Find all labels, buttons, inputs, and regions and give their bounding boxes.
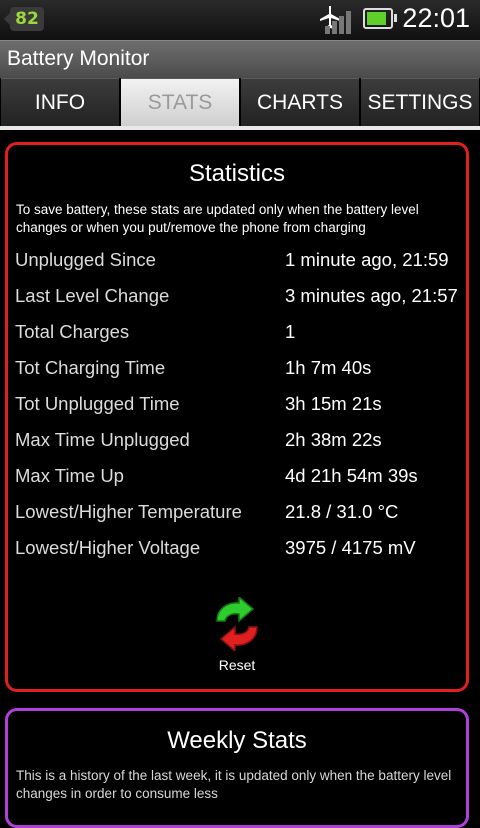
stat-label: Lowest/Higher Temperature (15, 501, 242, 522)
stat-row-tot-unplugged-time: Tot Unplugged Time 3h 15m 21s (15, 392, 460, 416)
signal-icon (325, 11, 351, 34)
stat-row-unplugged-since: Unplugged Since 1 minute ago, 21:59 (15, 248, 460, 272)
stat-value: 1 (285, 321, 296, 342)
statistics-card: Statistics To save battery, these stats … (5, 142, 469, 692)
stat-value: 1 minute ago, 21:59 (285, 249, 449, 270)
weekly-stats-card: Weekly Stats This is a history of the la… (5, 708, 469, 828)
stat-row-voltage: Lowest/Higher Voltage 3975 / 4175 mV (15, 536, 460, 560)
tab-stats[interactable]: STATS (121, 78, 239, 126)
statistics-note: To save battery, these stats are updated… (16, 202, 419, 235)
stat-row-max-time-up: Max Time Up 4d 21h 54m 39s (15, 464, 460, 488)
weekly-title: Weekly Stats (167, 727, 307, 754)
tab-info[interactable]: INFO (1, 78, 119, 126)
battery-icon (363, 8, 397, 29)
weekly-note: This is a history of the last week, it i… (16, 768, 452, 801)
stat-label: Total Charges (15, 321, 130, 342)
stat-row-last-level-change: Last Level Change 3 minutes ago, 21:57 (15, 284, 460, 308)
app-title-bar: Battery Monitor (0, 40, 480, 79)
stat-label: Unplugged Since (15, 249, 156, 270)
stat-row-total-charges: Total Charges 1 (15, 320, 460, 344)
clock: 22:01 (402, 3, 470, 33)
tab-underline (0, 126, 480, 130)
stat-row-tot-charging-time: Tot Charging Time 1h 7m 40s (15, 356, 460, 380)
status-bar: 82 22:01 (0, 0, 480, 40)
stat-row-max-time-unplugged: Max Time Unplugged 2h 38m 22s (15, 428, 460, 452)
stat-label: Tot Unplugged Time (15, 393, 180, 414)
reset-icon (216, 597, 258, 651)
statistics-list: Unplugged Since 1 minute ago, 21:59 Last… (15, 248, 460, 572)
stat-value: 3h 15m 21s (285, 393, 382, 414)
stat-value: 4d 21h 54m 39s (285, 465, 418, 486)
stat-row-temperature: Lowest/Higher Temperature 21.8 / 31.0 °C (15, 500, 460, 524)
stat-value: 1h 7m 40s (285, 357, 372, 378)
tab-charts[interactable]: CHARTS (241, 78, 359, 126)
reset-label: Reset (218, 657, 256, 673)
stat-value: 3975 / 4175 mV (285, 537, 416, 558)
stat-label: Last Level Change (15, 285, 170, 306)
app-title: Battery Monitor (7, 47, 150, 70)
stat-label: Max Time Up (15, 465, 124, 486)
statistics-title: Statistics (188, 160, 286, 187)
stat-label: Tot Charging Time (15, 357, 166, 378)
notification-badge: 82 (4, 7, 44, 31)
stat-value: 3 minutes ago, 21:57 (285, 285, 458, 306)
stat-value: 2h 38m 22s (285, 429, 382, 450)
stat-label: Max Time Unplugged (15, 429, 190, 450)
reset-button[interactable]: Reset (8, 597, 466, 673)
stat-value: 21.8 / 31.0 °C (285, 501, 399, 522)
stat-label: Lowest/Higher Voltage (15, 537, 201, 558)
tab-bar: INFO STATS CHARTS SETTINGS (0, 78, 480, 126)
tab-settings[interactable]: SETTINGS (361, 78, 479, 126)
